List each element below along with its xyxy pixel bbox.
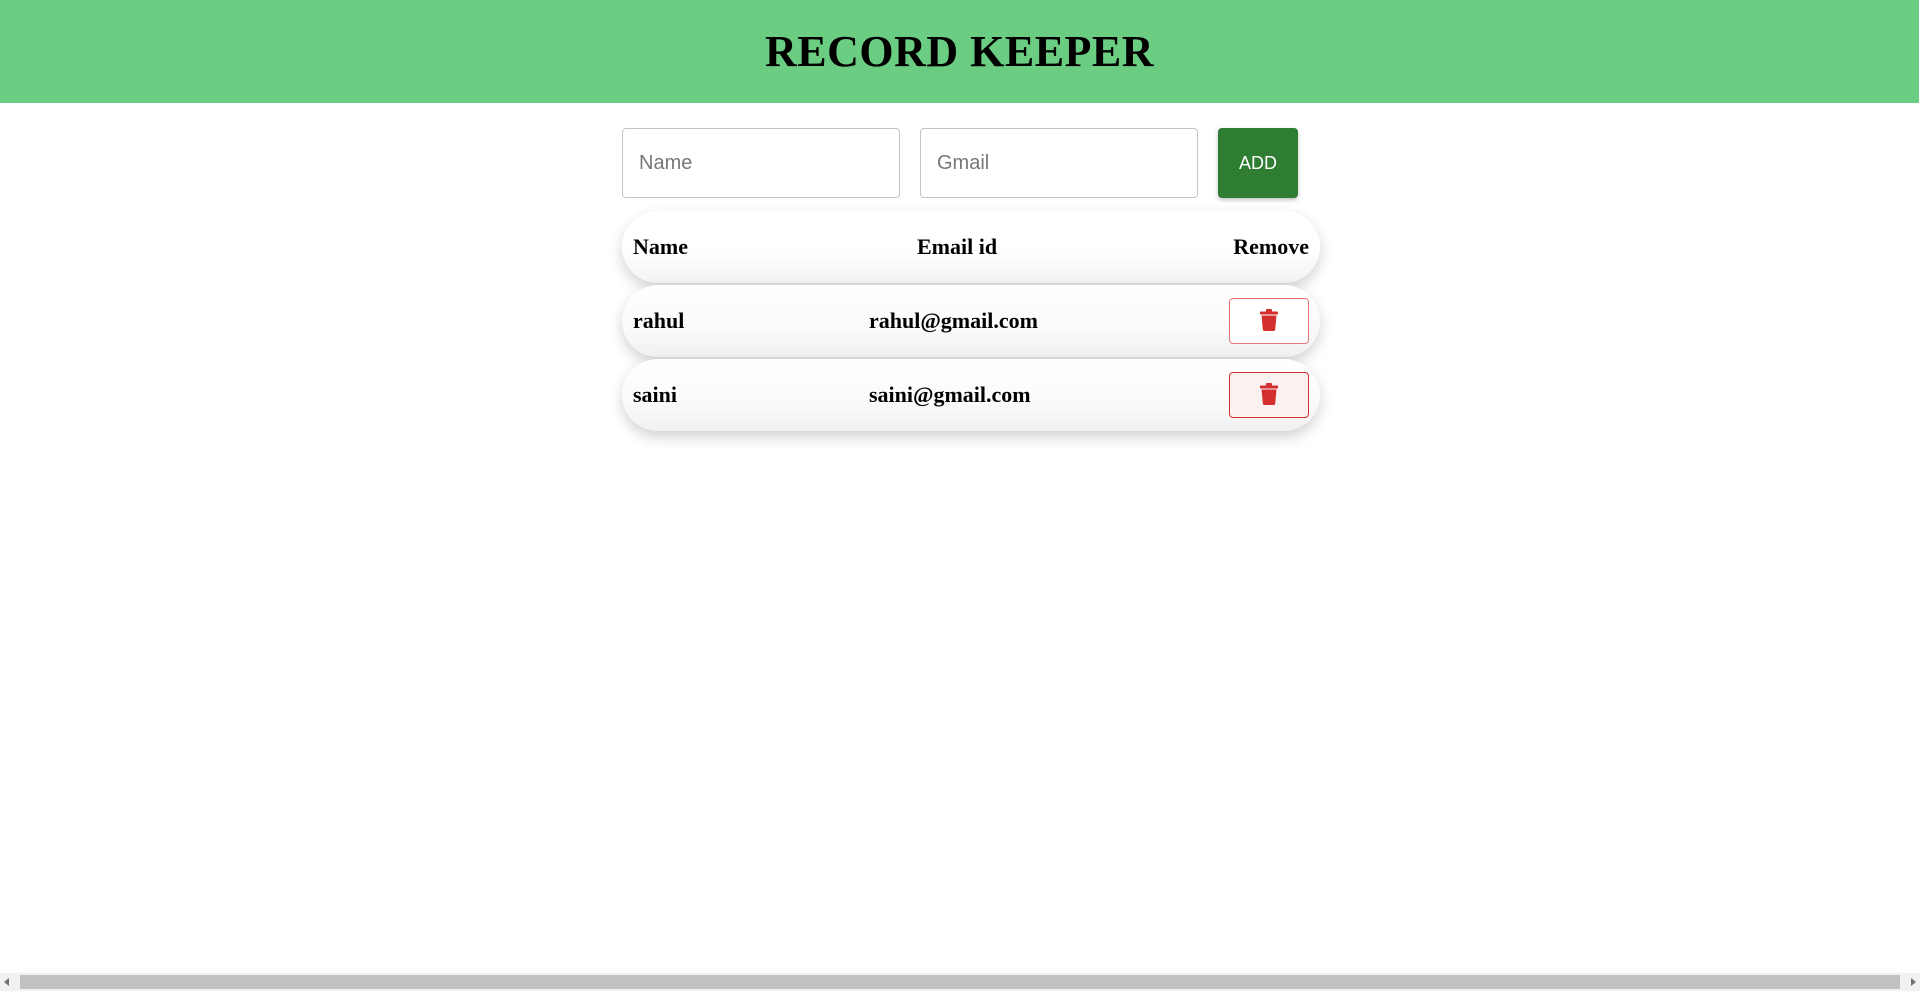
column-header-email: Email id bbox=[917, 234, 998, 259]
record-name: saini bbox=[633, 382, 678, 407]
horizontal-scrollbar[interactable] bbox=[0, 973, 1920, 991]
scroll-left-arrow-icon[interactable] bbox=[4, 978, 9, 986]
trash-icon bbox=[1260, 382, 1278, 408]
column-header-remove: Remove bbox=[1233, 234, 1309, 259]
table-row: saini saini@gmail.com bbox=[622, 359, 1320, 431]
delete-button[interactable] bbox=[1229, 298, 1309, 344]
remove-cell bbox=[1229, 285, 1309, 357]
records-table: Name Email id Remove rahul rahul@gmail.c… bbox=[622, 211, 1320, 433]
add-record-form: ADD bbox=[622, 128, 1298, 198]
record-name: rahul bbox=[633, 308, 685, 333]
app-header: RECORD KEEPER bbox=[0, 0, 1919, 103]
table-header-row: Name Email id Remove bbox=[622, 211, 1320, 283]
table-row: rahul rahul@gmail.com bbox=[622, 285, 1320, 357]
record-email: saini@gmail.com bbox=[869, 382, 1031, 407]
record-email: rahul@gmail.com bbox=[869, 308, 1038, 333]
scrollbar-thumb[interactable] bbox=[20, 975, 1900, 989]
delete-button[interactable] bbox=[1229, 372, 1309, 418]
page-title: RECORD KEEPER bbox=[764, 27, 1155, 76]
remove-cell bbox=[1229, 359, 1309, 431]
add-button[interactable]: ADD bbox=[1218, 128, 1298, 198]
page: RECORD KEEPER ADD Name Email id Remove r… bbox=[0, 0, 1920, 991]
gmail-input[interactable] bbox=[920, 128, 1198, 198]
name-input[interactable] bbox=[622, 128, 900, 198]
column-header-name: Name bbox=[633, 234, 688, 259]
trash-icon bbox=[1260, 308, 1278, 334]
scroll-right-arrow-icon[interactable] bbox=[1911, 978, 1916, 986]
